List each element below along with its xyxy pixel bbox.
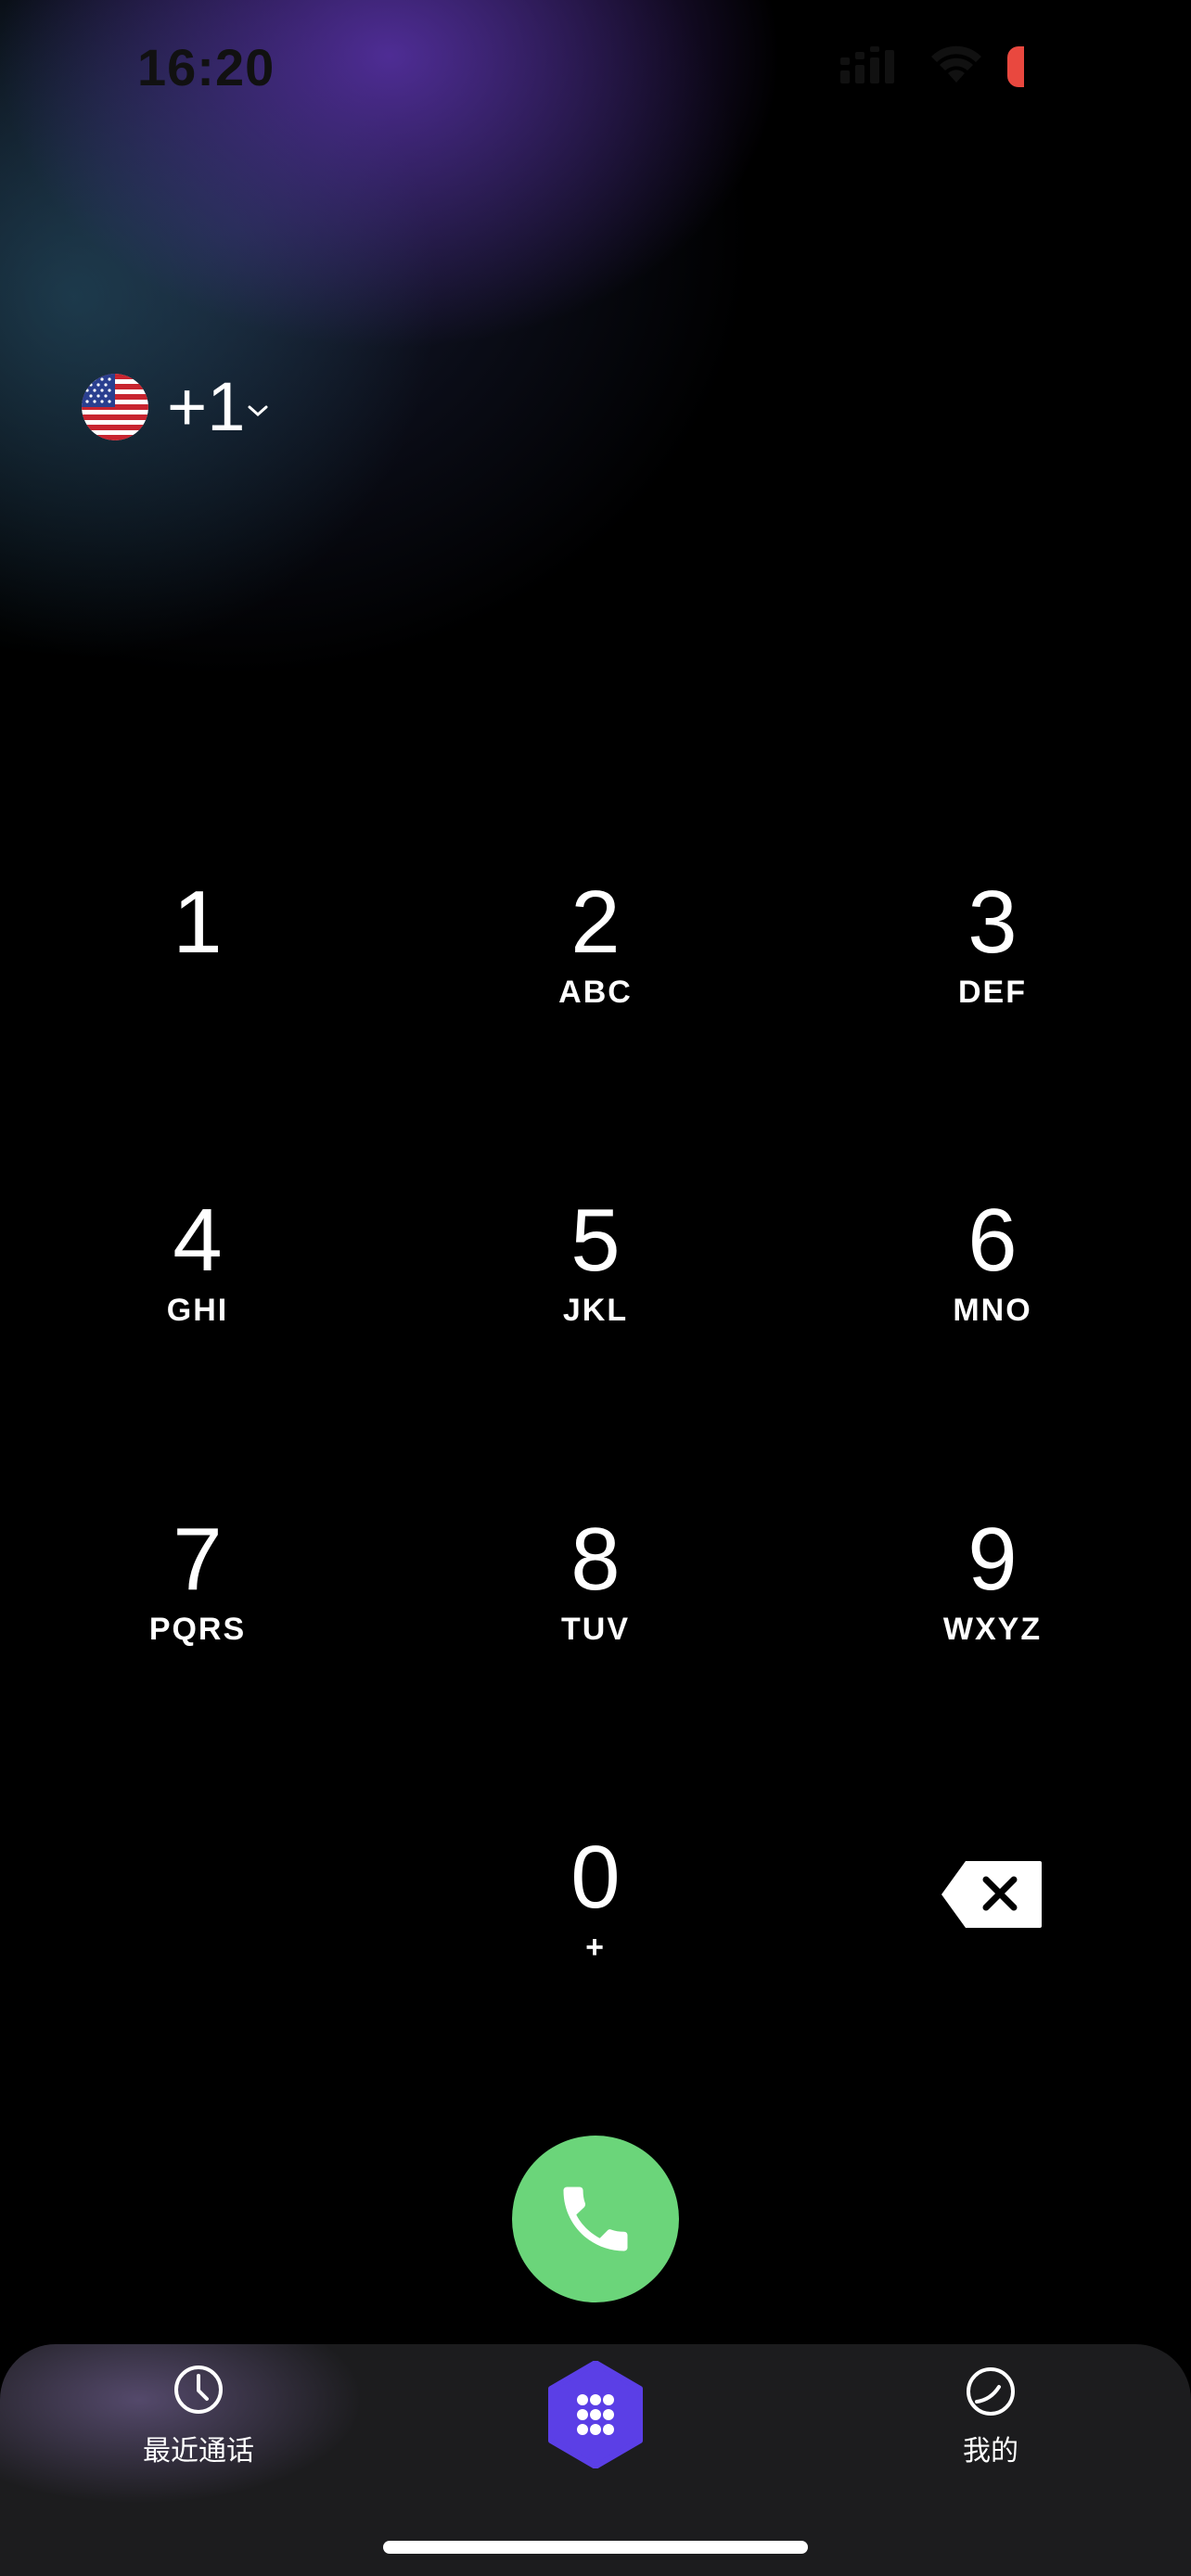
key-letters: WXYZ — [942, 1612, 1043, 1647]
key-letters: + — [585, 1930, 606, 1965]
backspace-button[interactable] — [940, 1859, 1044, 1930]
chevron-down-icon — [248, 405, 268, 416]
key-9[interactable]: 9 WXYZ — [853, 1513, 1132, 1699]
key-2[interactable]: 2 ABC — [456, 876, 735, 1062]
key-digit: 2 — [570, 873, 621, 972]
key-7[interactable]: 7 PQRS — [58, 1513, 337, 1699]
tab-recents[interactable]: 最近通话 — [87, 2363, 310, 2468]
battery-icon — [1007, 46, 1024, 87]
key-digit: 4 — [173, 1191, 223, 1290]
key-digit: 5 — [570, 1191, 621, 1290]
key-4[interactable]: 4 GHI — [58, 1194, 337, 1380]
dialer-screen: 16:20 +1 1 2 ABC 3 DEF 4 GHI 5 JKL 6 MNO… — [0, 0, 1191, 2576]
tab-me[interactable]: 我的 — [879, 2363, 1102, 2468]
key-digit: 0 — [570, 1828, 621, 1927]
tab-keypad[interactable] — [547, 2361, 644, 2468]
phone-icon — [563, 2187, 628, 2251]
country-code-label: +1 — [167, 368, 246, 445]
key-letters: GHI — [166, 1293, 229, 1328]
key-letters: TUV — [561, 1612, 630, 1647]
status-time: 16:20 — [137, 38, 275, 96]
call-button[interactable] — [512, 2136, 679, 2302]
key-letters: ABC — [558, 975, 633, 1010]
tab-recents-label: 最近通话 — [143, 2436, 254, 2467]
key-6[interactable]: 6 MNO — [853, 1194, 1132, 1380]
background-gradient — [0, 0, 1191, 927]
key-digit: 7 — [173, 1510, 223, 1609]
key-letters: PQRS — [148, 1612, 247, 1647]
key-letters: JKL — [562, 1293, 629, 1328]
wifi-icon — [931, 45, 981, 83]
key-8[interactable]: 8 TUV — [456, 1513, 735, 1699]
country-code-selector[interactable]: +1 — [82, 367, 269, 446]
profile-icon — [967, 2367, 1015, 2416]
us-flag-icon — [82, 373, 148, 440]
key-letters: MNO — [953, 1293, 1032, 1328]
key-0[interactable]: 0 + — [456, 1831, 735, 2017]
key-5[interactable]: 5 JKL — [456, 1194, 735, 1380]
key-letters: DEF — [958, 975, 1027, 1010]
cellular-signal-icon — [840, 46, 894, 83]
status-icons — [840, 45, 1024, 89]
key-digit: 8 — [570, 1510, 621, 1609]
key-digit: 6 — [967, 1191, 1018, 1290]
key-3[interactable]: 3 DEF — [853, 876, 1132, 1062]
key-digit: 3 — [967, 873, 1018, 972]
home-indicator[interactable] — [383, 2541, 808, 2554]
key-digit: 9 — [967, 1510, 1018, 1609]
keypad-grid-icon — [577, 2394, 614, 2435]
key-1[interactable]: 1 — [58, 876, 337, 1062]
tab-me-label: 我的 — [963, 2436, 1018, 2467]
clock-icon — [174, 2366, 223, 2414]
key-digit: 1 — [173, 873, 223, 972]
